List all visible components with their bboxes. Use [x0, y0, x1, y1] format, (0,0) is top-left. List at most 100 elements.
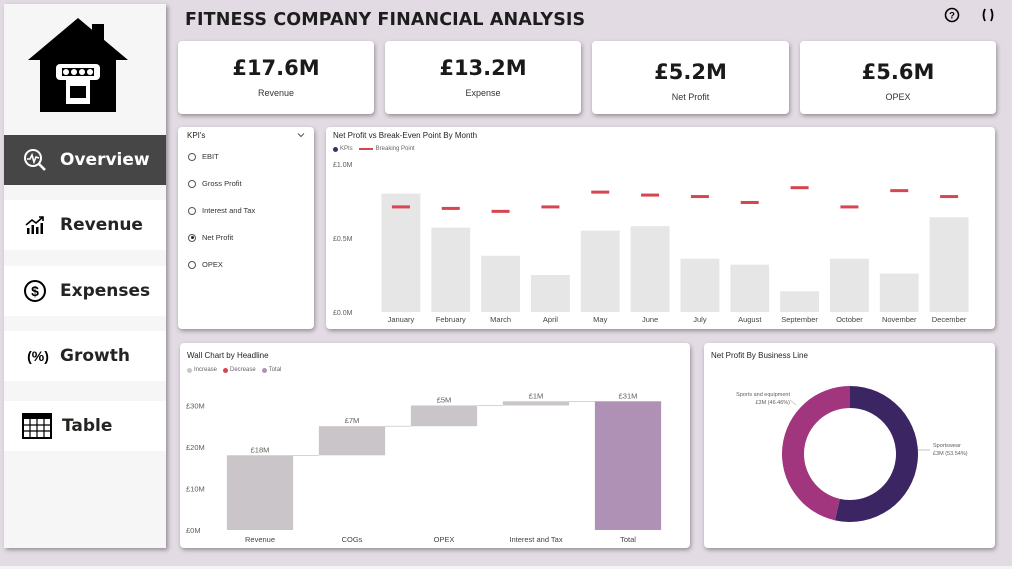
house-dumbbell-icon [28, 18, 128, 112]
data-label: £1M [529, 391, 544, 400]
bar [730, 264, 770, 312]
x-tick-label: Revenue [245, 535, 275, 544]
slicer-option-label: Interest and Tax [202, 206, 256, 215]
chevron-down-icon[interactable] [296, 130, 306, 140]
search-chart-icon [22, 147, 48, 173]
x-tick-label: May [593, 315, 607, 324]
x-tick-label: September [781, 315, 818, 324]
dollar-circle-icon: $ [22, 278, 48, 304]
net-profit-breakeven-chart: Net Profit vs Break-Even Point By Month … [326, 127, 995, 329]
x-tick-label: August [738, 315, 762, 324]
data-label: £5M [437, 395, 452, 404]
wall-chart-by-headline: Wall Chart by Headline Increase Decrease… [180, 343, 690, 548]
bar [780, 291, 820, 312]
nav-expenses-label: Expenses [60, 281, 151, 301]
bar [431, 227, 471, 312]
y-tick-label: £10M [186, 484, 205, 493]
y-tick-label: £0M [186, 526, 201, 535]
x-tick-label: July [693, 315, 707, 324]
y-tick-label: £0.0M [333, 310, 353, 317]
table-grid-icon [22, 413, 52, 439]
x-tick-label: OPEX [434, 535, 455, 544]
data-label: £31M [619, 391, 638, 400]
data-label: £7M [345, 416, 360, 425]
break-even-marker [840, 205, 859, 209]
x-tick-label: October [836, 315, 863, 324]
kpi-label: Expense [465, 88, 501, 98]
radio-button[interactable] [188, 260, 196, 269]
waterfall-bar [502, 401, 570, 406]
kpi-card-revenue: £17.6M Revenue [178, 41, 374, 114]
data-label: £18M [251, 445, 270, 454]
x-tick-label: June [642, 315, 658, 324]
nav-revenue-label: Revenue [60, 215, 143, 235]
net-profit-by-business-line: Net Profit By Business Line Sportswear £3… [704, 343, 995, 548]
bar [530, 275, 570, 312]
kpi-value: £17.6M [232, 56, 320, 80]
slice-label: £3M (46.46%) [755, 400, 790, 406]
slicer-title: KPI's [187, 131, 206, 140]
break-even-marker [591, 190, 610, 194]
focus-mode-icon[interactable] [980, 7, 996, 23]
bar [879, 273, 919, 312]
page-title: FITNESS COMPANY FINANCIAL ANALYSIS [185, 10, 586, 30]
radio-button[interactable] [188, 233, 196, 242]
month-chart-plot: £0.0M £0.5M £1.0M January February March April… [333, 162, 969, 324]
slicer-option[interactable]: EBIT [188, 152, 219, 161]
y-tick-label: £20M [186, 443, 205, 452]
slicer-option-label: Gross Profit [202, 179, 242, 188]
break-even-marker [391, 205, 410, 209]
kpi-value: £5.6M [861, 60, 935, 84]
help-circle-icon[interactable]: ? [944, 7, 960, 23]
nav-overview-label: Overview [60, 150, 150, 170]
kpi-label: Revenue [257, 88, 295, 98]
nav-table[interactable]: Table [4, 401, 166, 451]
slicer-option-label: Net Profit [202, 233, 234, 242]
nav-overview[interactable]: Overview [4, 135, 166, 185]
nav-revenue[interactable]: Revenue [4, 200, 166, 250]
radio-button[interactable] [188, 152, 196, 161]
leader-line [789, 399, 797, 406]
slice-label: Sports and equipment [736, 392, 790, 398]
percent-icon: (%) [22, 343, 54, 369]
x-tick-label: March [490, 315, 511, 324]
y-tick-label: £1.0M [333, 162, 353, 169]
slicer-option[interactable]: Net Profit [188, 233, 233, 242]
x-tick-label: April [543, 315, 558, 324]
slicer-option[interactable]: Interest and Tax [188, 206, 255, 215]
waterfall-bar [226, 455, 294, 530]
bar [680, 258, 720, 312]
svg-text:$: $ [31, 283, 39, 299]
break-even-marker [690, 195, 709, 199]
nav-growth-label: Growth [60, 346, 130, 366]
break-even-marker [790, 186, 809, 190]
bar [630, 226, 670, 312]
radio-button[interactable] [188, 206, 196, 215]
break-even-marker [641, 193, 660, 197]
waterfall-plot: £0M £10M £20M £30M £18M Revenue £7M COGs £5M OPEX… [186, 391, 662, 544]
sidebar: Overview Revenue $ Expenses (%) Growth T… [4, 4, 166, 548]
kpi-label: OPEX [885, 92, 911, 102]
nav-expenses[interactable]: $ Expenses [4, 266, 166, 316]
break-even-marker [441, 206, 460, 210]
x-tick-label: COGs [342, 535, 363, 544]
kpi-slicer: KPI's EBIT Gross Profit Interest and Tax Ne… [178, 127, 314, 329]
nav-growth[interactable]: (%) Growth [4, 331, 166, 381]
growth-bars-icon [22, 212, 48, 238]
radio-button[interactable] [188, 179, 196, 188]
x-tick-label: Interest and Tax [509, 535, 562, 544]
bar [829, 258, 869, 312]
x-tick-label: January [388, 315, 415, 324]
waterfall-bar [594, 401, 662, 530]
slice-label: £3M (53.54%) [933, 451, 968, 457]
svg-text:?: ? [949, 11, 955, 22]
x-tick-label: Total [620, 535, 636, 544]
kpi-card-expense: £13.2M Expense [385, 41, 581, 114]
bar [381, 193, 421, 312]
kpi-value: £5.2M [654, 60, 727, 84]
donut-plot: Sportswear £3M (53.54%) Sports and equipme… [736, 386, 968, 522]
slicer-option[interactable]: OPEX [188, 260, 223, 269]
x-tick-label: November [882, 315, 917, 324]
slicer-option[interactable]: Gross Profit [188, 179, 242, 188]
y-tick-label: £0.5M [333, 236, 353, 243]
